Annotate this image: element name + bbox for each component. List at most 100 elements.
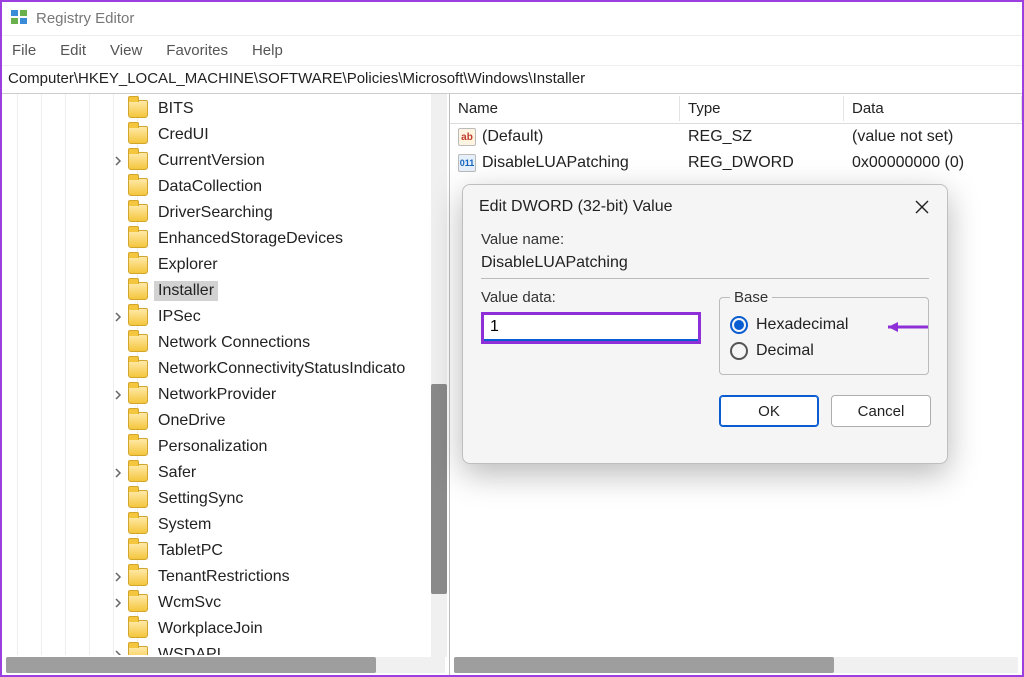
radio-hex[interactable] — [730, 316, 748, 334]
tree-item[interactable]: Explorer — [2, 252, 431, 278]
list-hscroll-thumb[interactable] — [454, 657, 834, 673]
menu-file[interactable]: File — [12, 42, 36, 59]
menu-favorites[interactable]: Favorites — [166, 42, 228, 59]
list-header[interactable]: Name Type Data — [450, 94, 1022, 124]
folder-icon — [128, 100, 148, 118]
folder-icon — [128, 204, 148, 222]
regedit-window: Registry Editor File Edit View Favorites… — [0, 0, 1024, 677]
col-data[interactable]: Data — [844, 96, 1022, 121]
list-hscroll[interactable] — [454, 657, 1018, 673]
col-name[interactable]: Name — [450, 96, 680, 121]
tree-item[interactable]: Personalization — [2, 434, 431, 460]
menu-edit[interactable]: Edit — [60, 42, 86, 59]
tree-item[interactable]: Safer — [2, 460, 431, 486]
cancel-button[interactable]: Cancel — [831, 395, 931, 427]
tree-item[interactable]: WorkplaceJoin — [2, 616, 431, 642]
tree-item[interactable]: Installer — [2, 278, 431, 304]
folder-icon — [128, 282, 148, 300]
tree-item[interactable]: DriverSearching — [2, 200, 431, 226]
tree-item[interactable]: Network Connections — [2, 330, 431, 356]
tree-vscroll-thumb[interactable] — [431, 384, 447, 594]
tree-item-label: NetworkProvider — [154, 385, 280, 405]
tree-item-label: Network Connections — [154, 333, 314, 353]
tree-item-label: WSDAPI — [154, 645, 225, 655]
address-bar[interactable]: Computer\HKEY_LOCAL_MACHINE\SOFTWARE\Pol… — [2, 66, 1022, 94]
folder-icon — [128, 386, 148, 404]
tree-item-label: Installer — [154, 281, 218, 301]
annotation-arrow-icon — [884, 320, 930, 334]
tree-item-label: DataCollection — [154, 177, 266, 197]
folder-icon — [128, 178, 148, 196]
radio-hex-label: Hexadecimal — [756, 316, 848, 334]
valuedata-label: Value data: — [481, 289, 701, 306]
tree-item-label: NetworkConnectivityStatusIndicato — [154, 359, 409, 379]
tree-item-label: TabletPC — [154, 541, 227, 561]
tree-item-label: Safer — [154, 463, 200, 483]
tree-item-label: OneDrive — [154, 411, 230, 431]
tree-item-label: WorkplaceJoin — [154, 619, 267, 639]
folder-icon — [128, 308, 148, 326]
list-row[interactable]: 011DisableLUAPatchingREG_DWORD0x00000000… — [450, 150, 1022, 176]
tree-item-label: WcmSvc — [154, 593, 225, 613]
dialog-close-button[interactable] — [907, 192, 937, 222]
folder-icon — [128, 230, 148, 248]
folder-icon — [128, 334, 148, 352]
tree-item-label: System — [154, 515, 215, 535]
menubar: File Edit View Favorites Help — [2, 36, 1022, 66]
list-row[interactable]: ab(Default)REG_SZ(value not set) — [450, 124, 1022, 150]
value-type: REG_DWORD — [680, 152, 844, 174]
ok-button[interactable]: OK — [719, 395, 819, 427]
tree-item[interactable]: BITS — [2, 96, 431, 122]
tree-item-label: TenantRestrictions — [154, 567, 294, 587]
folder-icon — [128, 594, 148, 612]
tree-item-label: SettingSync — [154, 489, 247, 509]
valuedata-input[interactable] — [484, 315, 698, 341]
col-type[interactable]: Type — [680, 96, 844, 121]
tree-item-label: Personalization — [154, 437, 271, 457]
tree-item[interactable]: NetworkProvider — [2, 382, 431, 408]
tree-item[interactable]: TabletPC — [2, 538, 431, 564]
string-value-icon: ab — [458, 128, 476, 146]
valuename-label: Value name: — [481, 231, 929, 248]
dword-value-icon: 011 — [458, 154, 476, 172]
tree-item[interactable]: TenantRestrictions — [2, 564, 431, 590]
tree-item[interactable]: NetworkConnectivityStatusIndicato — [2, 356, 431, 382]
registry-tree[interactable]: BITS CredUI CurrentVersion DataCollection Dr… — [2, 94, 431, 655]
menu-view[interactable]: View — [110, 42, 142, 59]
tree-item[interactable]: OneDrive — [2, 408, 431, 434]
tree-item-label: CurrentVersion — [154, 151, 269, 171]
base-group: Base Hexadecimal Decimal — [719, 289, 929, 375]
value-name: DisableLUAPatching — [482, 154, 629, 172]
folder-icon — [128, 126, 148, 144]
valuedata-highlight — [481, 312, 701, 344]
titlebar: Registry Editor — [2, 2, 1022, 36]
tree-item[interactable]: EnhancedStorageDevices — [2, 226, 431, 252]
edit-dword-dialog: Edit DWORD (32-bit) Value Value name: Di… — [462, 184, 948, 464]
tree-item[interactable]: WcmSvc — [2, 590, 431, 616]
tree-item[interactable]: WSDAPI — [2, 642, 431, 655]
folder-icon — [128, 568, 148, 586]
tree-item[interactable]: DataCollection — [2, 174, 431, 200]
folder-icon — [128, 464, 148, 482]
tree-hscroll-thumb[interactable] — [6, 657, 376, 673]
tree-item-label: Explorer — [154, 255, 222, 275]
menu-help[interactable]: Help — [252, 42, 283, 59]
window-title: Registry Editor — [36, 10, 134, 27]
tree-item[interactable]: System — [2, 512, 431, 538]
folder-icon — [128, 490, 148, 508]
tree-vscroll[interactable] — [431, 94, 447, 657]
dialog-titlebar[interactable]: Edit DWORD (32-bit) Value — [463, 185, 947, 229]
tree-item[interactable]: CredUI — [2, 122, 431, 148]
radio-dec[interactable] — [730, 342, 748, 360]
folder-icon — [128, 360, 148, 378]
folder-icon — [128, 620, 148, 638]
tree-item[interactable]: IPSec — [2, 304, 431, 330]
radio-dec-label: Decimal — [756, 342, 814, 360]
tree-item[interactable]: CurrentVersion — [2, 148, 431, 174]
tree-pane: BITS CredUI CurrentVersion DataCollection Dr… — [2, 94, 450, 675]
radio-dec-row[interactable]: Decimal — [730, 338, 918, 364]
tree-item-label: BITS — [154, 99, 198, 119]
tree-hscroll[interactable] — [6, 657, 445, 673]
tree-item[interactable]: SettingSync — [2, 486, 431, 512]
folder-icon — [128, 256, 148, 274]
